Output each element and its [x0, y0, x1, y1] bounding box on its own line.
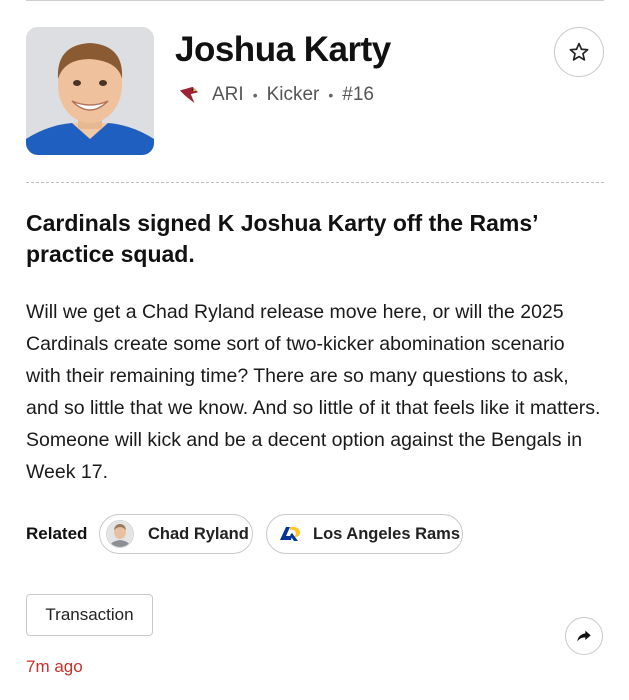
section-divider: [26, 182, 604, 183]
news-headline: Cardinals signed K Joshua Karty off the …: [26, 210, 538, 267]
transaction-tag[interactable]: Transaction: [26, 594, 153, 636]
related-section: Related Chad Ryland Los Angeles Rams: [26, 514, 604, 556]
player-headshot: [26, 27, 154, 155]
timestamp: 7m ago: [26, 657, 83, 676]
related-chip-label: Chad Ryland: [148, 524, 249, 543]
player-meta: ARI • Kicker • #16: [178, 84, 374, 106]
player-position: Kicker: [266, 84, 320, 105]
share-button[interactable]: [565, 617, 603, 655]
related-label: Related: [26, 524, 88, 543]
related-chip-los-angeles-rams[interactable]: Los Angeles Rams: [266, 514, 463, 554]
related-chip-label: Los Angeles Rams: [313, 524, 461, 543]
player-team: ARI: [212, 84, 244, 105]
player-avatar: [106, 520, 134, 548]
separator-dot: •: [252, 87, 258, 103]
rams-logo-icon: [280, 526, 300, 541]
top-divider: [26, 0, 604, 1]
favorite-button[interactable]: [554, 27, 604, 77]
cardinals-logo-icon: [179, 86, 199, 104]
player-header: Joshua Karty ARI • Kicker • #16: [26, 27, 604, 157]
related-chip-chad-ryland[interactable]: Chad Ryland: [99, 514, 253, 554]
news-body: Will we get a Chad Ryland release move h…: [26, 301, 601, 483]
star-icon: [569, 42, 589, 61]
share-arrow-icon: [577, 630, 591, 642]
separator-dot: •: [328, 87, 334, 103]
player-name: Joshua Karty: [175, 30, 391, 69]
player-number: #16: [342, 84, 374, 105]
